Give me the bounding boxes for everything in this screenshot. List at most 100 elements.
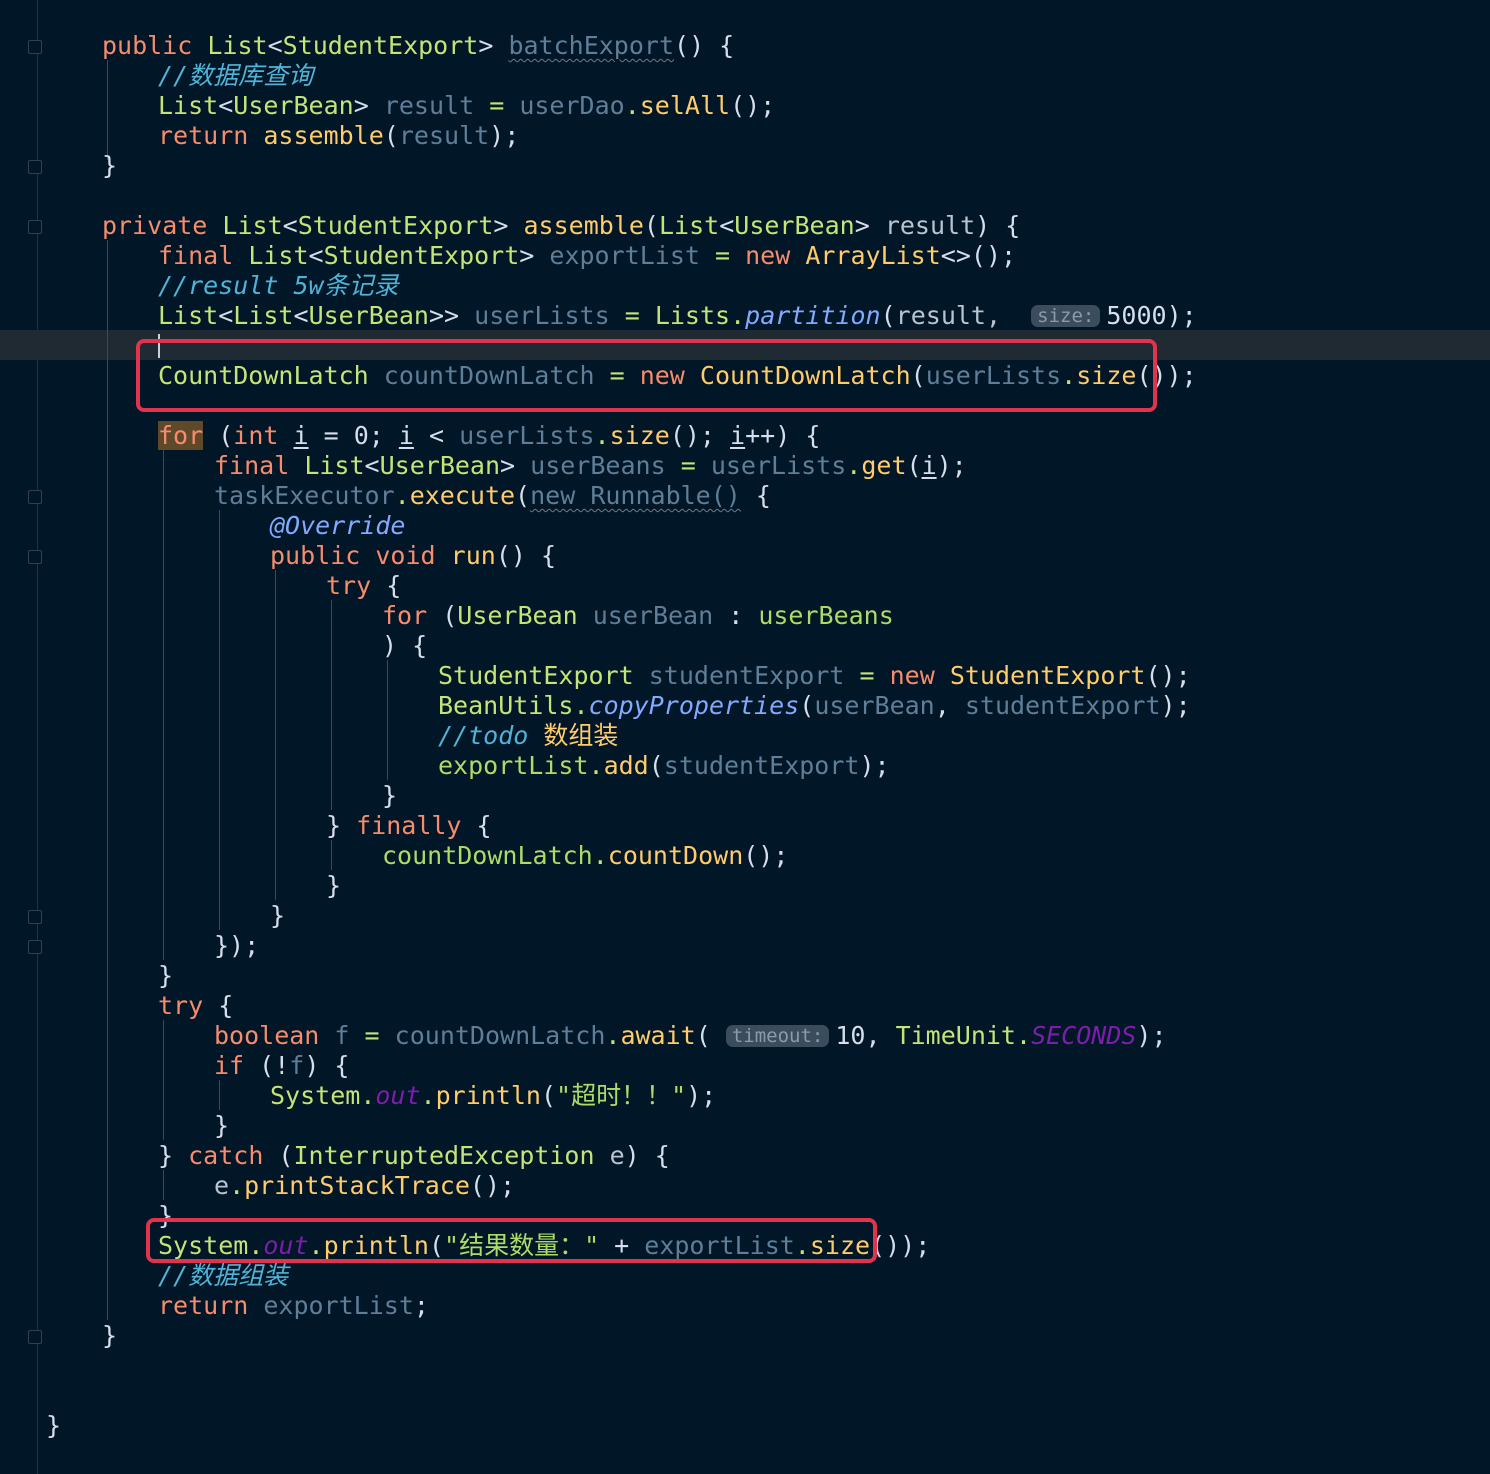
punctuation: ++) { bbox=[745, 421, 821, 450]
code-line-44[interactable]: } bbox=[102, 1321, 117, 1351]
punctuation: ( bbox=[695, 1021, 711, 1050]
code-editor[interactable]: public List<StudentExport> batchExport()… bbox=[0, 0, 1490, 1474]
operator: = bbox=[624, 301, 640, 330]
indent-guide bbox=[219, 1080, 220, 1110]
code-line-3[interactable]: List<UserBean> result = userDao.selAll()… bbox=[158, 91, 775, 121]
variable: userDao bbox=[519, 91, 625, 120]
variable: f bbox=[289, 1051, 305, 1080]
code-line-42[interactable]: //数据组装 bbox=[158, 1261, 288, 1291]
loop-variable: i bbox=[921, 451, 937, 480]
method-call: size bbox=[609, 421, 670, 450]
code-line-43[interactable]: return exportList; bbox=[158, 1291, 429, 1321]
variable: userBeans bbox=[530, 451, 666, 480]
operator: . bbox=[605, 1021, 621, 1050]
variable: userLists bbox=[474, 301, 610, 330]
variable: exportList bbox=[263, 1291, 414, 1320]
fold-marker-icon[interactable] bbox=[28, 910, 42, 924]
code-line-1[interactable]: public List<StudentExport> batchExport()… bbox=[102, 31, 734, 61]
code-line-14[interactable]: for (int i = 0; i < userLists.size(); i+… bbox=[158, 421, 820, 451]
code-line-22[interactable]: StudentExport studentExport = new Studen… bbox=[438, 661, 1191, 691]
fold-marker-icon[interactable] bbox=[28, 220, 42, 234]
punctuation: <>(); bbox=[940, 241, 1017, 270]
operator: . bbox=[846, 451, 862, 480]
punctuation: ( bbox=[427, 601, 458, 630]
code-line-2[interactable]: //数据库查询 bbox=[158, 61, 313, 91]
code-line-37[interactable]: } bbox=[214, 1111, 229, 1141]
punctuation: = 0; bbox=[308, 421, 399, 450]
brace: } bbox=[46, 1411, 62, 1440]
code-line-26[interactable]: } bbox=[382, 781, 397, 811]
code-line-7[interactable]: private List<StudentExport> assemble(Lis… bbox=[102, 211, 1020, 241]
type-name: List bbox=[158, 91, 219, 120]
code-line-33[interactable]: try { bbox=[158, 991, 233, 1021]
variable: userBean bbox=[592, 601, 714, 630]
indent-guide bbox=[163, 450, 164, 960]
code-line-25[interactable]: exportList.add(studentExport); bbox=[438, 751, 890, 781]
code-line-35[interactable]: if (!f) { bbox=[214, 1051, 349, 1081]
keyword: final bbox=[158, 241, 234, 270]
code-line-24[interactable]: //todo 数组装 bbox=[438, 721, 618, 751]
highlight-box-countdownlatch bbox=[136, 339, 1157, 412]
code-line-34[interactable]: boolean f = countDownLatch.await( timeou… bbox=[214, 1021, 1167, 1051]
punctuation: ) { bbox=[624, 1141, 670, 1170]
punctuation: , bbox=[934, 691, 965, 720]
code-line-32[interactable]: } bbox=[158, 961, 173, 991]
variable: userBeans bbox=[758, 601, 894, 630]
code-line-8[interactable]: final List<StudentExport> exportList = n… bbox=[158, 241, 1016, 271]
code-line-4[interactable]: return assemble(result); bbox=[158, 121, 519, 151]
code-line-27[interactable]: } finally { bbox=[326, 811, 492, 841]
code-line-10[interactable]: List<List<UserBean>> userLists = Lists.p… bbox=[158, 301, 1197, 331]
keyword: try bbox=[158, 991, 204, 1020]
code-line-5[interactable]: } bbox=[102, 151, 117, 181]
code-line-19[interactable]: try { bbox=[326, 571, 401, 601]
keyword: public bbox=[270, 541, 361, 570]
code-line-29[interactable]: } bbox=[326, 871, 341, 901]
code-line-21[interactable]: ) { bbox=[382, 631, 427, 661]
fold-marker-icon[interactable] bbox=[28, 940, 42, 954]
keyword: void bbox=[375, 541, 436, 570]
code-line-20[interactable]: for (UserBean userBean : userBeans bbox=[382, 601, 894, 631]
code-line-30[interactable]: } bbox=[270, 901, 285, 931]
fold-marker-icon[interactable] bbox=[28, 490, 42, 504]
code-line-36[interactable]: System.out.println("超时！！"); bbox=[270, 1081, 716, 1111]
punctuation: (); bbox=[669, 421, 731, 450]
code-line-47[interactable]: } bbox=[46, 1411, 61, 1441]
number-literal: 10 bbox=[835, 1021, 866, 1050]
method-call: get bbox=[861, 451, 907, 480]
punctuation: < bbox=[413, 421, 460, 450]
code-line-18[interactable]: public void run() { bbox=[270, 541, 556, 571]
variable: studentExport bbox=[663, 751, 860, 780]
fold-marker-icon[interactable] bbox=[28, 1330, 42, 1344]
code-line-31[interactable]: }); bbox=[214, 931, 259, 961]
operator: . bbox=[229, 1171, 245, 1200]
anonymous-class: new Runnable() bbox=[530, 481, 741, 510]
keyword: if bbox=[214, 1051, 245, 1080]
indent-guide bbox=[387, 660, 388, 780]
fold-marker-icon[interactable] bbox=[28, 160, 42, 174]
code-line-17[interactable]: @Override bbox=[270, 511, 405, 541]
punctuation: ( bbox=[263, 1141, 294, 1170]
punctuation: ()); bbox=[870, 1231, 931, 1260]
class-name: BeanUtils bbox=[438, 691, 574, 720]
punctuation: ( bbox=[540, 1081, 557, 1110]
code-line-9[interactable]: //result 5w条记录 bbox=[158, 271, 399, 301]
operator: . bbox=[594, 421, 610, 450]
todo-comment: //todo bbox=[438, 721, 529, 750]
keyword: new bbox=[745, 241, 791, 270]
indent-guide bbox=[163, 1020, 164, 1140]
code-line-15[interactable]: final List<UserBean> userBeans = userLis… bbox=[214, 451, 967, 481]
code-line-28[interactable]: countDownLatch.countDown(); bbox=[382, 841, 788, 871]
code-line-39[interactable]: e.printStackTrace(); bbox=[214, 1171, 515, 1201]
code-line-16[interactable]: taskExecutor.execute(new Runnable() { bbox=[214, 481, 771, 511]
fold-marker-icon[interactable] bbox=[28, 40, 42, 54]
code-line-23[interactable]: BeanUtils.copyProperties(userBean, stude… bbox=[438, 691, 1191, 721]
fold-marker-icon[interactable] bbox=[28, 550, 42, 564]
punctuation: ); bbox=[1160, 691, 1191, 720]
constructor: ArrayList bbox=[805, 241, 941, 270]
static-constant: SECONDS bbox=[1031, 1021, 1137, 1050]
method-call: await bbox=[620, 1021, 696, 1050]
parameter: e bbox=[594, 1141, 625, 1170]
indent-guide bbox=[275, 570, 276, 900]
code-line-38[interactable]: } catch (InterruptedException e) { bbox=[158, 1141, 670, 1171]
indent-guide bbox=[107, 240, 108, 1320]
